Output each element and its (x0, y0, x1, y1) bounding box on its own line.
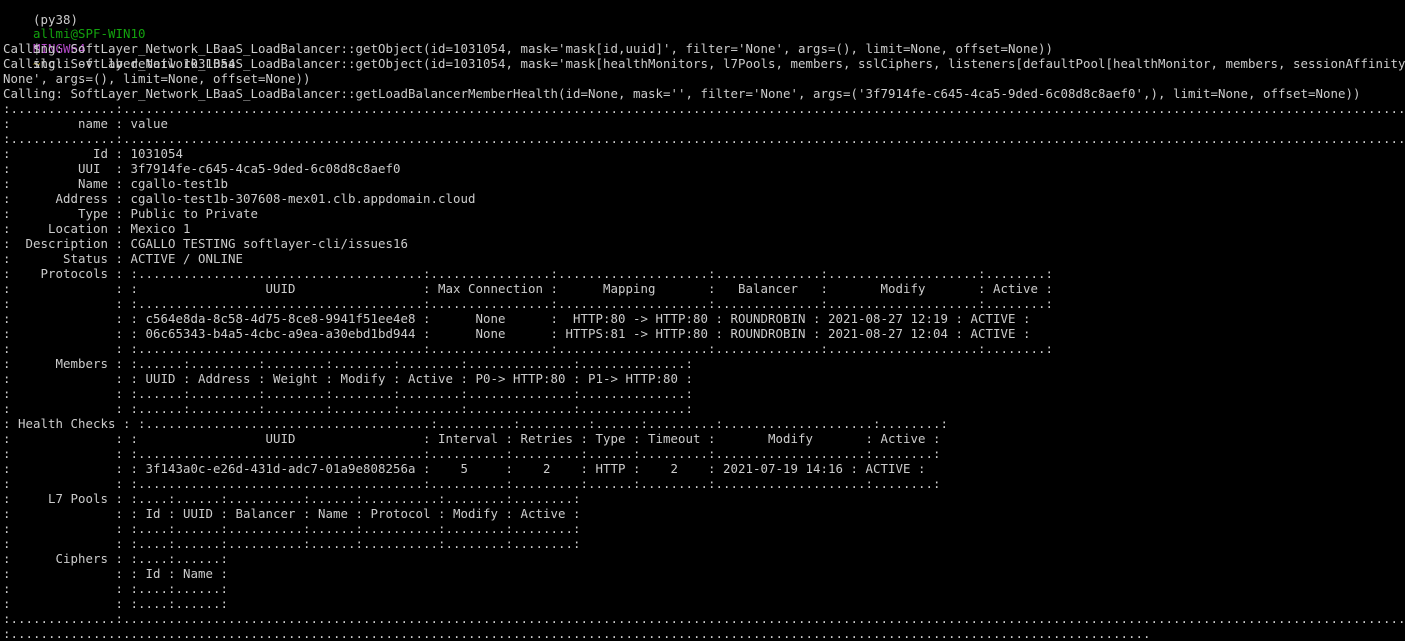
output-line: Calling: SoftLayer_Network_LBaaS_LoadBal… (3, 56, 1405, 71)
terminal-window[interactable]: (py38) allmi@SPF-WIN10 MINGW64 ~ $ slcli… (0, 0, 1405, 641)
output-line: : Id : 1031054 : (3, 146, 1405, 161)
output-line: : : :...................................… (3, 446, 1405, 461)
output-line: : Type : Public to Private : (3, 206, 1405, 221)
output-line: : : :......:.........:........:........:… (3, 386, 1405, 401)
output-line: : : : c564e8da-8c58-4d75-8ce8-9941f51ee4… (3, 311, 1405, 326)
output-line: : Description : CGALLO TESTING softlayer… (3, 236, 1405, 251)
prompt-line: allmi@SPF-WIN10 MINGW64 ~ (3, 11, 146, 71)
output-line: : Health Checks : :.....................… (3, 416, 1405, 431)
output-line: :..............:........................… (3, 611, 1405, 626)
output-line: : name : value : (3, 116, 1405, 131)
output-line: : : : UUID : Address : Weight : Modify :… (3, 371, 1405, 386)
output-line: : : :......:.........:........:........:… (3, 401, 1405, 416)
output-line: : Protocols : :.........................… (3, 266, 1405, 281)
output-line: : UUI : 3f7914fe-c645-4ca5-9ded-6c08d8c8… (3, 161, 1405, 176)
output-line: None', args=(), limit=None, offset=None)… (3, 71, 311, 86)
output-line: : : : 06c65343-b4a5-4cbc-a9ea-a30ebd1bd9… (3, 326, 1405, 341)
command-line[interactable]: $ slcli -v lb detail 1031054 (3, 26, 236, 71)
output-line: :.......................................… (3, 626, 1151, 641)
output-line: : : :....:......: : (3, 596, 1405, 611)
output-line: : : : 3f143a0c-e26d-431d-adc7-01a9e80825… (3, 461, 1405, 476)
output-line: : : :...................................… (3, 296, 1405, 311)
output-line: : : :....:......:..........:......:.....… (3, 521, 1405, 536)
output-line: : Address : cgallo-test1b-307608-mex01.c… (3, 191, 1405, 206)
output-line: : : : Id : Name : : (3, 566, 1405, 581)
output-line: : : :....:......: : (3, 581, 1405, 596)
output-line: Calling: SoftLayer_Network_LBaaS_LoadBal… (3, 86, 1361, 101)
output-line: : : : Id : UUID : Balancer : Name : Prot… (3, 506, 1405, 521)
output-line: : : : UUID : Interval : Retries : Type :… (3, 431, 1405, 446)
output-line: : : : UUID : Max Connection : Mapping : … (3, 281, 1405, 296)
output-line: : Status : ACTIVE / ONLINE : (3, 251, 1405, 266)
output-line: : Name : cgallo-test1b : (3, 176, 1405, 191)
output-line: : Ciphers : :....:......: : (3, 551, 1405, 566)
output-line: Calling: SoftLayer_Network_LBaaS_LoadBal… (3, 41, 1053, 56)
output-line: :..............:........................… (3, 131, 1405, 146)
output-line: : : :...................................… (3, 476, 1405, 491)
output-line: : L7 Pools : :....:......:..........:...… (3, 491, 1405, 506)
output-line: : : :...................................… (3, 341, 1405, 356)
output-line: : Location : Mexico 1 : (3, 221, 1405, 236)
output-line: : Members : :......:.........:........:.… (3, 356, 1405, 371)
output-line: :..............:........................… (3, 101, 1405, 116)
output-line: : : :....:......:..........:......:.....… (3, 536, 1405, 551)
